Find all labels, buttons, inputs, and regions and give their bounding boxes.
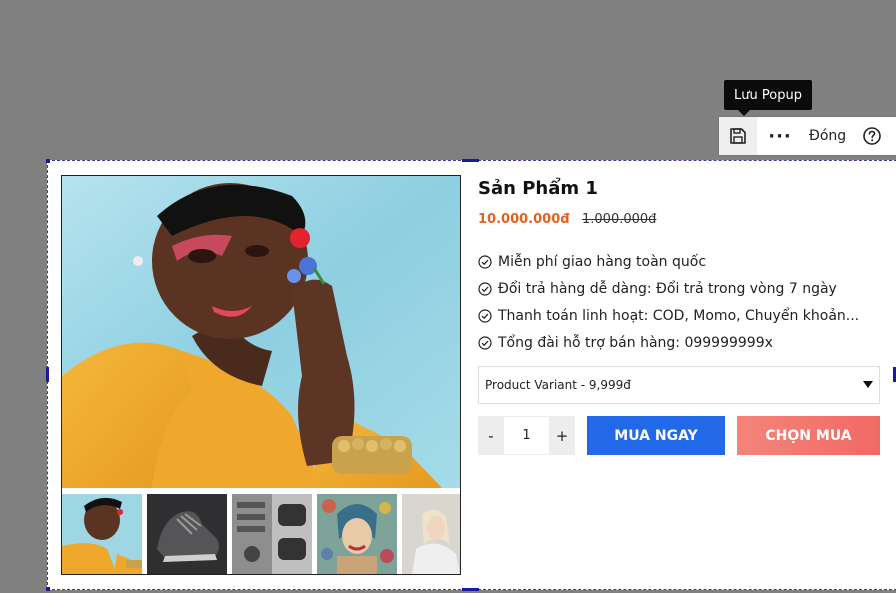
feature-item: Đổi trả hàng dễ dàng: Đổi trả trong vòng…	[478, 275, 859, 302]
product-price: 10.000.000đ	[478, 212, 570, 227]
quantity-decrease-button[interactable]: -	[478, 416, 504, 455]
thumbnail-5-image	[402, 494, 460, 574]
popup-toolbar: ··· Đóng	[719, 117, 896, 155]
check-circle-icon	[478, 335, 492, 350]
thumbnail-3-image	[232, 494, 312, 574]
feature-text: Tổng đài hỗ trợ bán hàng: 099999999x	[498, 334, 773, 351]
variant-value: Product Variant - 9,999đ	[485, 378, 631, 392]
choose-buy-button[interactable]: CHỌN MUA	[737, 416, 880, 455]
help-icon	[863, 127, 881, 145]
feature-text: Thanh toán linh hoạt: COD, Momo, Chuyển …	[498, 307, 860, 324]
product-title: Sản Phẩm 1	[478, 178, 598, 199]
save-icon	[730, 128, 746, 144]
resize-handle-left[interactable]	[46, 367, 49, 382]
thumbnail-5[interactable]	[402, 494, 460, 574]
thumbnail-1[interactable]	[62, 494, 142, 574]
buy-now-button[interactable]: MUA NGAY	[587, 416, 725, 455]
feature-text: Đổi trả hàng dễ dàng: Đổi trả trong vòng…	[498, 280, 837, 297]
feature-item: Miễn phí giao hàng toàn quốc	[478, 248, 859, 275]
variant-select[interactable]: Product Variant - 9,999đ	[478, 366, 880, 404]
product-old-price: 1.000.000đ	[582, 212, 657, 227]
close-button[interactable]: Đóng	[803, 117, 852, 155]
quantity-increase-button[interactable]: +	[549, 416, 575, 455]
resize-handle-top-left[interactable]	[46, 159, 50, 163]
tooltip-text: Lưu Popup	[734, 87, 802, 103]
feature-item: Thanh toán linh hoạt: COD, Momo, Chuyển …	[478, 302, 859, 329]
resize-handle-bottom[interactable]	[462, 588, 479, 591]
more-options-button[interactable]: ···	[757, 117, 803, 155]
more-icon: ···	[768, 125, 792, 147]
product-gallery	[61, 175, 461, 575]
thumbnail-4[interactable]	[317, 494, 397, 574]
check-circle-icon	[478, 254, 492, 269]
thumbnail-strip	[62, 494, 460, 574]
thumbnail-2-image	[147, 494, 227, 574]
thumbnail-1-image	[62, 494, 142, 574]
caret-down-icon	[863, 381, 873, 388]
quantity-input[interactable]: 1	[504, 416, 549, 455]
feature-list: Miễn phí giao hàng toàn quốc Đổi trả hàn…	[478, 248, 859, 356]
feature-item: Tổng đài hỗ trợ bán hàng: 099999999x	[478, 329, 859, 356]
close-label: Đóng	[809, 128, 847, 144]
product-main-image[interactable]	[62, 176, 460, 488]
resize-handle-bottom-left[interactable]	[46, 587, 50, 591]
thumbnail-2[interactable]	[147, 494, 227, 574]
thumbnail-4-image	[317, 494, 397, 574]
check-circle-icon	[478, 308, 492, 323]
quantity-stepper: - 1 +	[478, 416, 575, 455]
check-circle-icon	[478, 281, 492, 296]
portrait-image	[62, 176, 460, 488]
feature-text: Miễn phí giao hàng toàn quốc	[498, 253, 707, 270]
save-popup-tooltip: Lưu Popup	[724, 80, 812, 116]
resize-handle-top[interactable]	[462, 159, 479, 162]
help-button[interactable]	[852, 117, 892, 155]
thumbnail-3[interactable]	[232, 494, 312, 574]
save-popup-button[interactable]	[719, 117, 757, 155]
